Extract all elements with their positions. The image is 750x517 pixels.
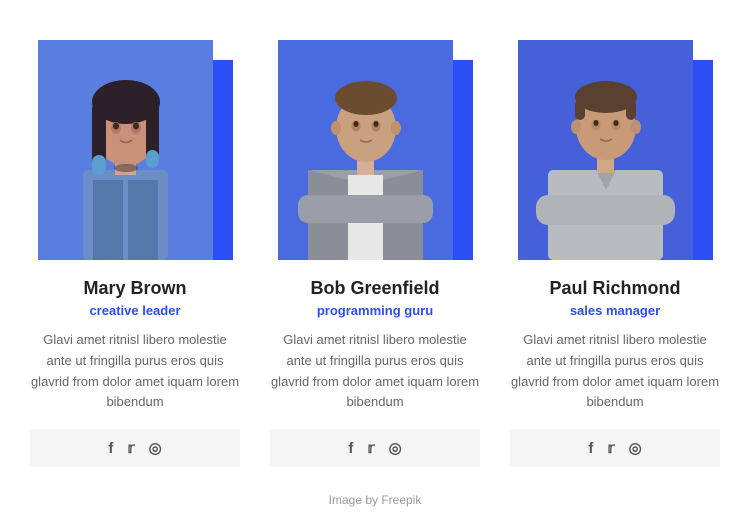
member-role: sales manager (570, 303, 660, 318)
member-description: Glavi amet ritnisl libero molestie ante … (30, 330, 240, 413)
social-links: f 𝕣 ◎ (270, 429, 480, 467)
member-description: Glavi amet ritnisl libero molestie ante … (510, 330, 720, 413)
team-card-mary-brown: Mary Brown creative leader Glavi amet ri… (30, 30, 240, 467)
person-photo (38, 40, 213, 260)
twitter-icon[interactable]: 𝕣 (127, 439, 134, 457)
footer-credit: Image by Freepik (0, 477, 750, 517)
team-section: Mary Brown creative leader Glavi amet ri… (0, 0, 750, 477)
member-role: creative leader (89, 303, 180, 318)
member-name: Mary Brown (83, 278, 186, 299)
member-name: Bob Greenfield (310, 278, 439, 299)
twitter-icon[interactable]: 𝕣 (367, 439, 374, 457)
member-name: Paul Richmond (549, 278, 680, 299)
team-card-bob-greenfield: Bob Greenfield programming guru Glavi am… (270, 30, 480, 467)
social-links: f 𝕣 ◎ (30, 429, 240, 467)
person-photo (278, 40, 453, 260)
member-role: programming guru (317, 303, 433, 318)
image-wrapper (38, 30, 233, 260)
team-card-paul-richmond: Paul Richmond sales manager Glavi amet r… (510, 30, 720, 467)
facebook-icon[interactable]: f (108, 440, 113, 457)
facebook-icon[interactable]: f (588, 440, 593, 457)
instagram-icon[interactable]: ◎ (389, 439, 402, 457)
person-photo (518, 40, 693, 260)
image-wrapper (278, 30, 473, 260)
twitter-icon[interactable]: 𝕣 (607, 439, 614, 457)
image-wrapper (518, 30, 713, 260)
instagram-icon[interactable]: ◎ (149, 439, 162, 457)
member-description: Glavi amet ritnisl libero molestie ante … (270, 330, 480, 413)
social-links: f 𝕣 ◎ (510, 429, 720, 467)
facebook-icon[interactable]: f (348, 440, 353, 457)
instagram-icon[interactable]: ◎ (629, 439, 642, 457)
